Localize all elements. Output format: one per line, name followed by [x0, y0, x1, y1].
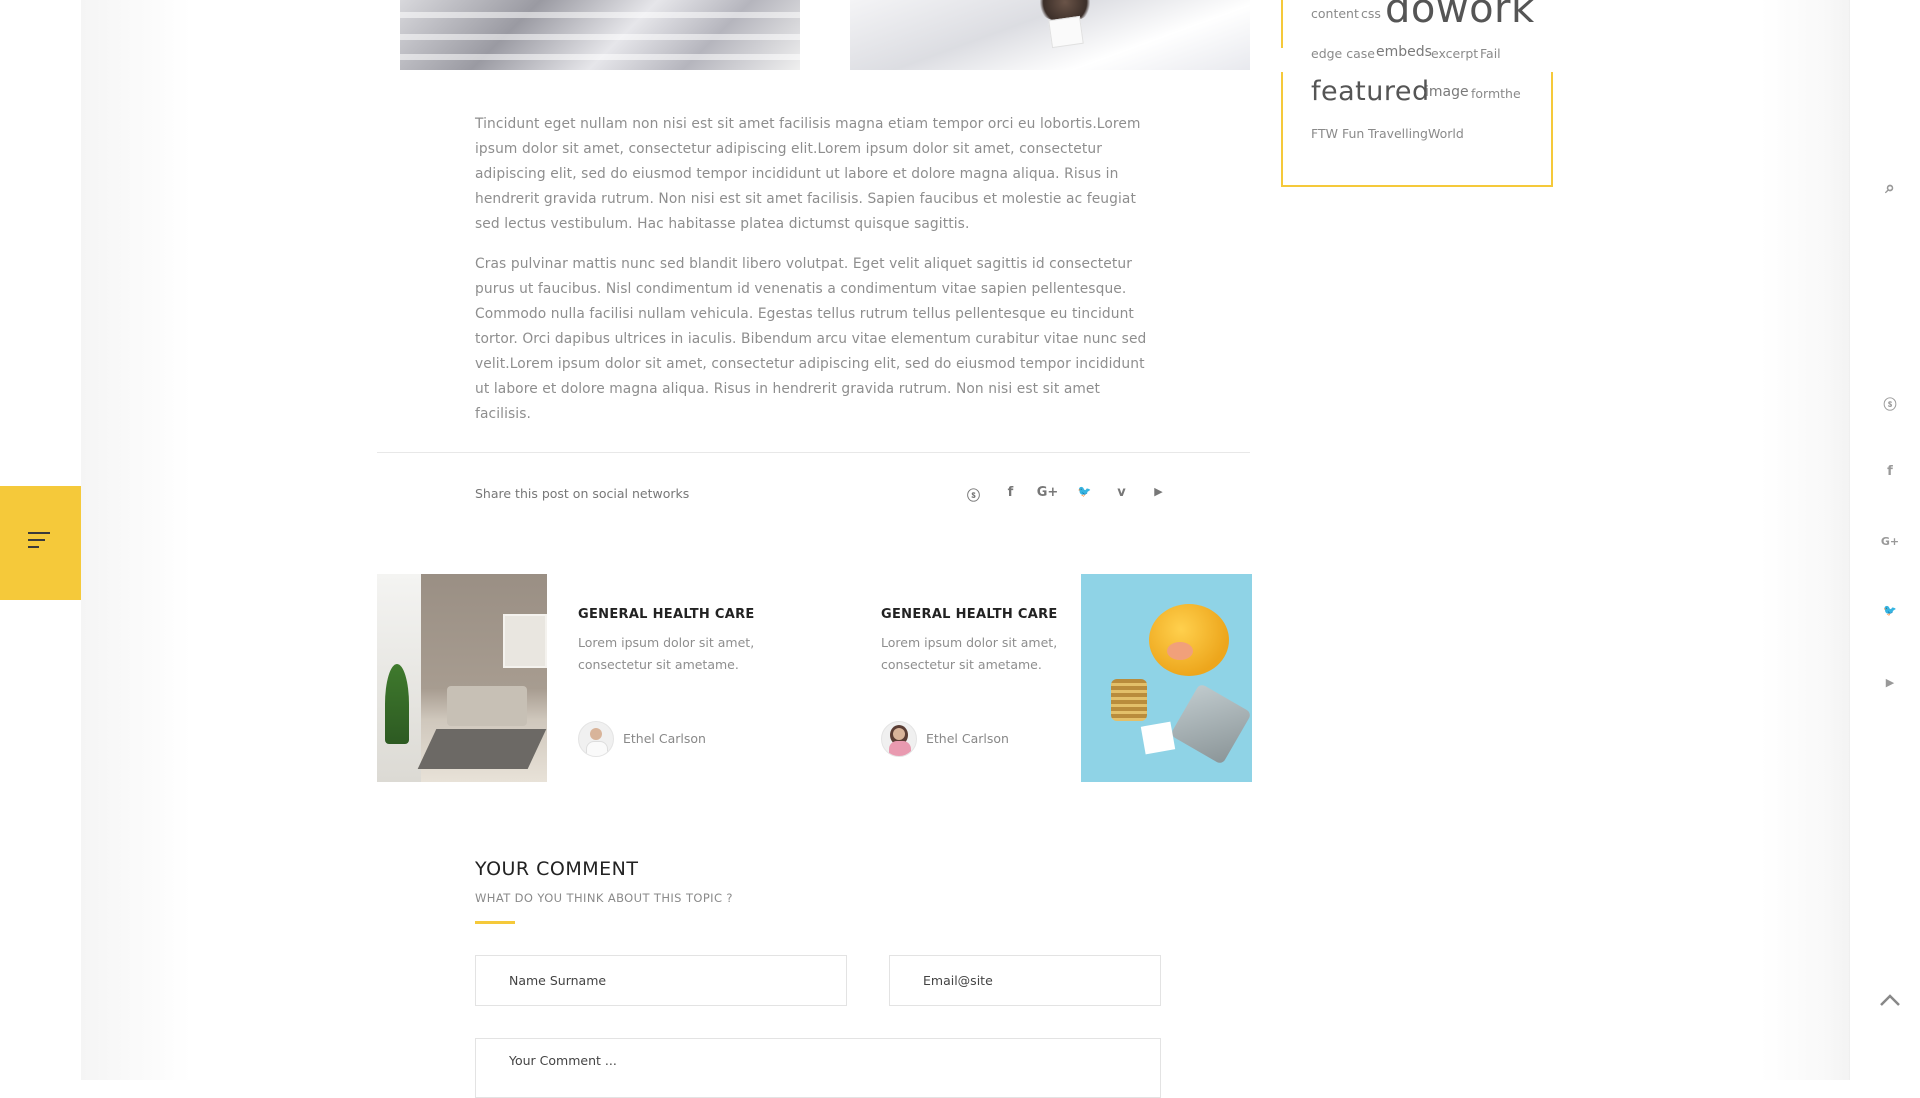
tag-link[interactable]: World	[1428, 126, 1464, 141]
comment-subtitle: WHAT DO YOU THINK ABOUT THIS TOPIC ?	[475, 891, 733, 905]
accent-underline	[475, 921, 515, 924]
widget-border	[1281, 0, 1283, 48]
page-edge	[1849, 0, 1850, 1080]
tag-link[interactable]: embeds	[1376, 44, 1432, 60]
page-shadow-right	[1760, 0, 1850, 1080]
search-icon[interactable]: ⌕	[1880, 178, 1900, 198]
comment-textarea[interactable]	[475, 1038, 1161, 1098]
tag-link[interactable]: image	[1425, 84, 1469, 100]
skype-icon[interactable]: ⓢ	[1880, 394, 1900, 413]
youtube-icon[interactable]: ▶	[1880, 676, 1900, 689]
author-name[interactable]: Ethel Carlson	[623, 731, 706, 746]
tag-link[interactable]: Fun	[1342, 126, 1364, 141]
related-post-image[interactable]	[1081, 574, 1252, 782]
avatar	[881, 721, 917, 757]
related-post-image[interactable]	[377, 574, 547, 782]
article-body: Tincidunt eget nullam non nisi est sit a…	[475, 112, 1155, 442]
author-name[interactable]: Ethel Carlson	[926, 731, 1009, 746]
share-label: Share this post on social networks	[475, 486, 690, 501]
page-shadow-left	[81, 0, 191, 1080]
vimeo-icon[interactable]: v	[1103, 485, 1140, 504]
related-post-title[interactable]: GENERAL HEALTH CARE	[578, 607, 755, 622]
article-paragraph: Cras pulvinar mattis nunc sed blandit li…	[475, 256, 1147, 422]
google-plus-icon[interactable]: G+	[1880, 535, 1900, 548]
tag-link[interactable]: Fail	[1480, 46, 1501, 61]
chevron-up-icon	[1880, 994, 1900, 1006]
facebook-icon[interactable]: f	[992, 485, 1029, 504]
twitter-icon[interactable]: 🐦	[1880, 604, 1900, 617]
post-gallery-image-1	[400, 0, 800, 70]
tag-link[interactable]: featured	[1311, 76, 1430, 107]
comment-title: YOUR COMMENT	[475, 858, 639, 880]
tag-link[interactable]: content	[1311, 6, 1359, 21]
related-post-excerpt: Lorem ipsum dolor sit amet, consectetur …	[881, 635, 1058, 672]
name-field[interactable]	[475, 955, 847, 1006]
tag-link[interactable]: formthe	[1471, 86, 1521, 101]
related-post-title[interactable]: GENERAL HEALTH CARE	[881, 607, 1058, 622]
twitter-icon[interactable]: 🐦	[1066, 485, 1103, 504]
google-plus-icon[interactable]: G+	[1029, 485, 1066, 504]
youtube-icon[interactable]: ▶	[1140, 485, 1177, 504]
avatar	[578, 721, 614, 757]
menu-toggle-button[interactable]	[0, 486, 81, 600]
related-post-excerpt: Lorem ipsum dolor sit amet, consectetur …	[578, 635, 755, 672]
tag-link[interactable]: dowork	[1385, 0, 1535, 32]
tag-link[interactable]: Travelling	[1368, 126, 1428, 141]
share-icons: ⓢ f G+ 🐦 v ▶	[955, 485, 1177, 504]
post-gallery-image-2	[850, 0, 1250, 70]
scroll-to-top-button[interactable]	[1878, 990, 1902, 1010]
article-paragraph: Tincidunt eget nullam non nisi est sit a…	[475, 116, 1141, 232]
email-field[interactable]	[889, 955, 1161, 1006]
tag-link[interactable]: FTW	[1311, 126, 1338, 141]
divider	[377, 452, 1250, 453]
facebook-icon[interactable]: f	[1880, 464, 1900, 479]
tag-link[interactable]: excerpt	[1431, 46, 1478, 61]
skype-icon[interactable]: ⓢ	[955, 485, 992, 504]
tag-link[interactable]: css	[1361, 6, 1381, 21]
tag-link[interactable]: edge case	[1311, 46, 1375, 61]
